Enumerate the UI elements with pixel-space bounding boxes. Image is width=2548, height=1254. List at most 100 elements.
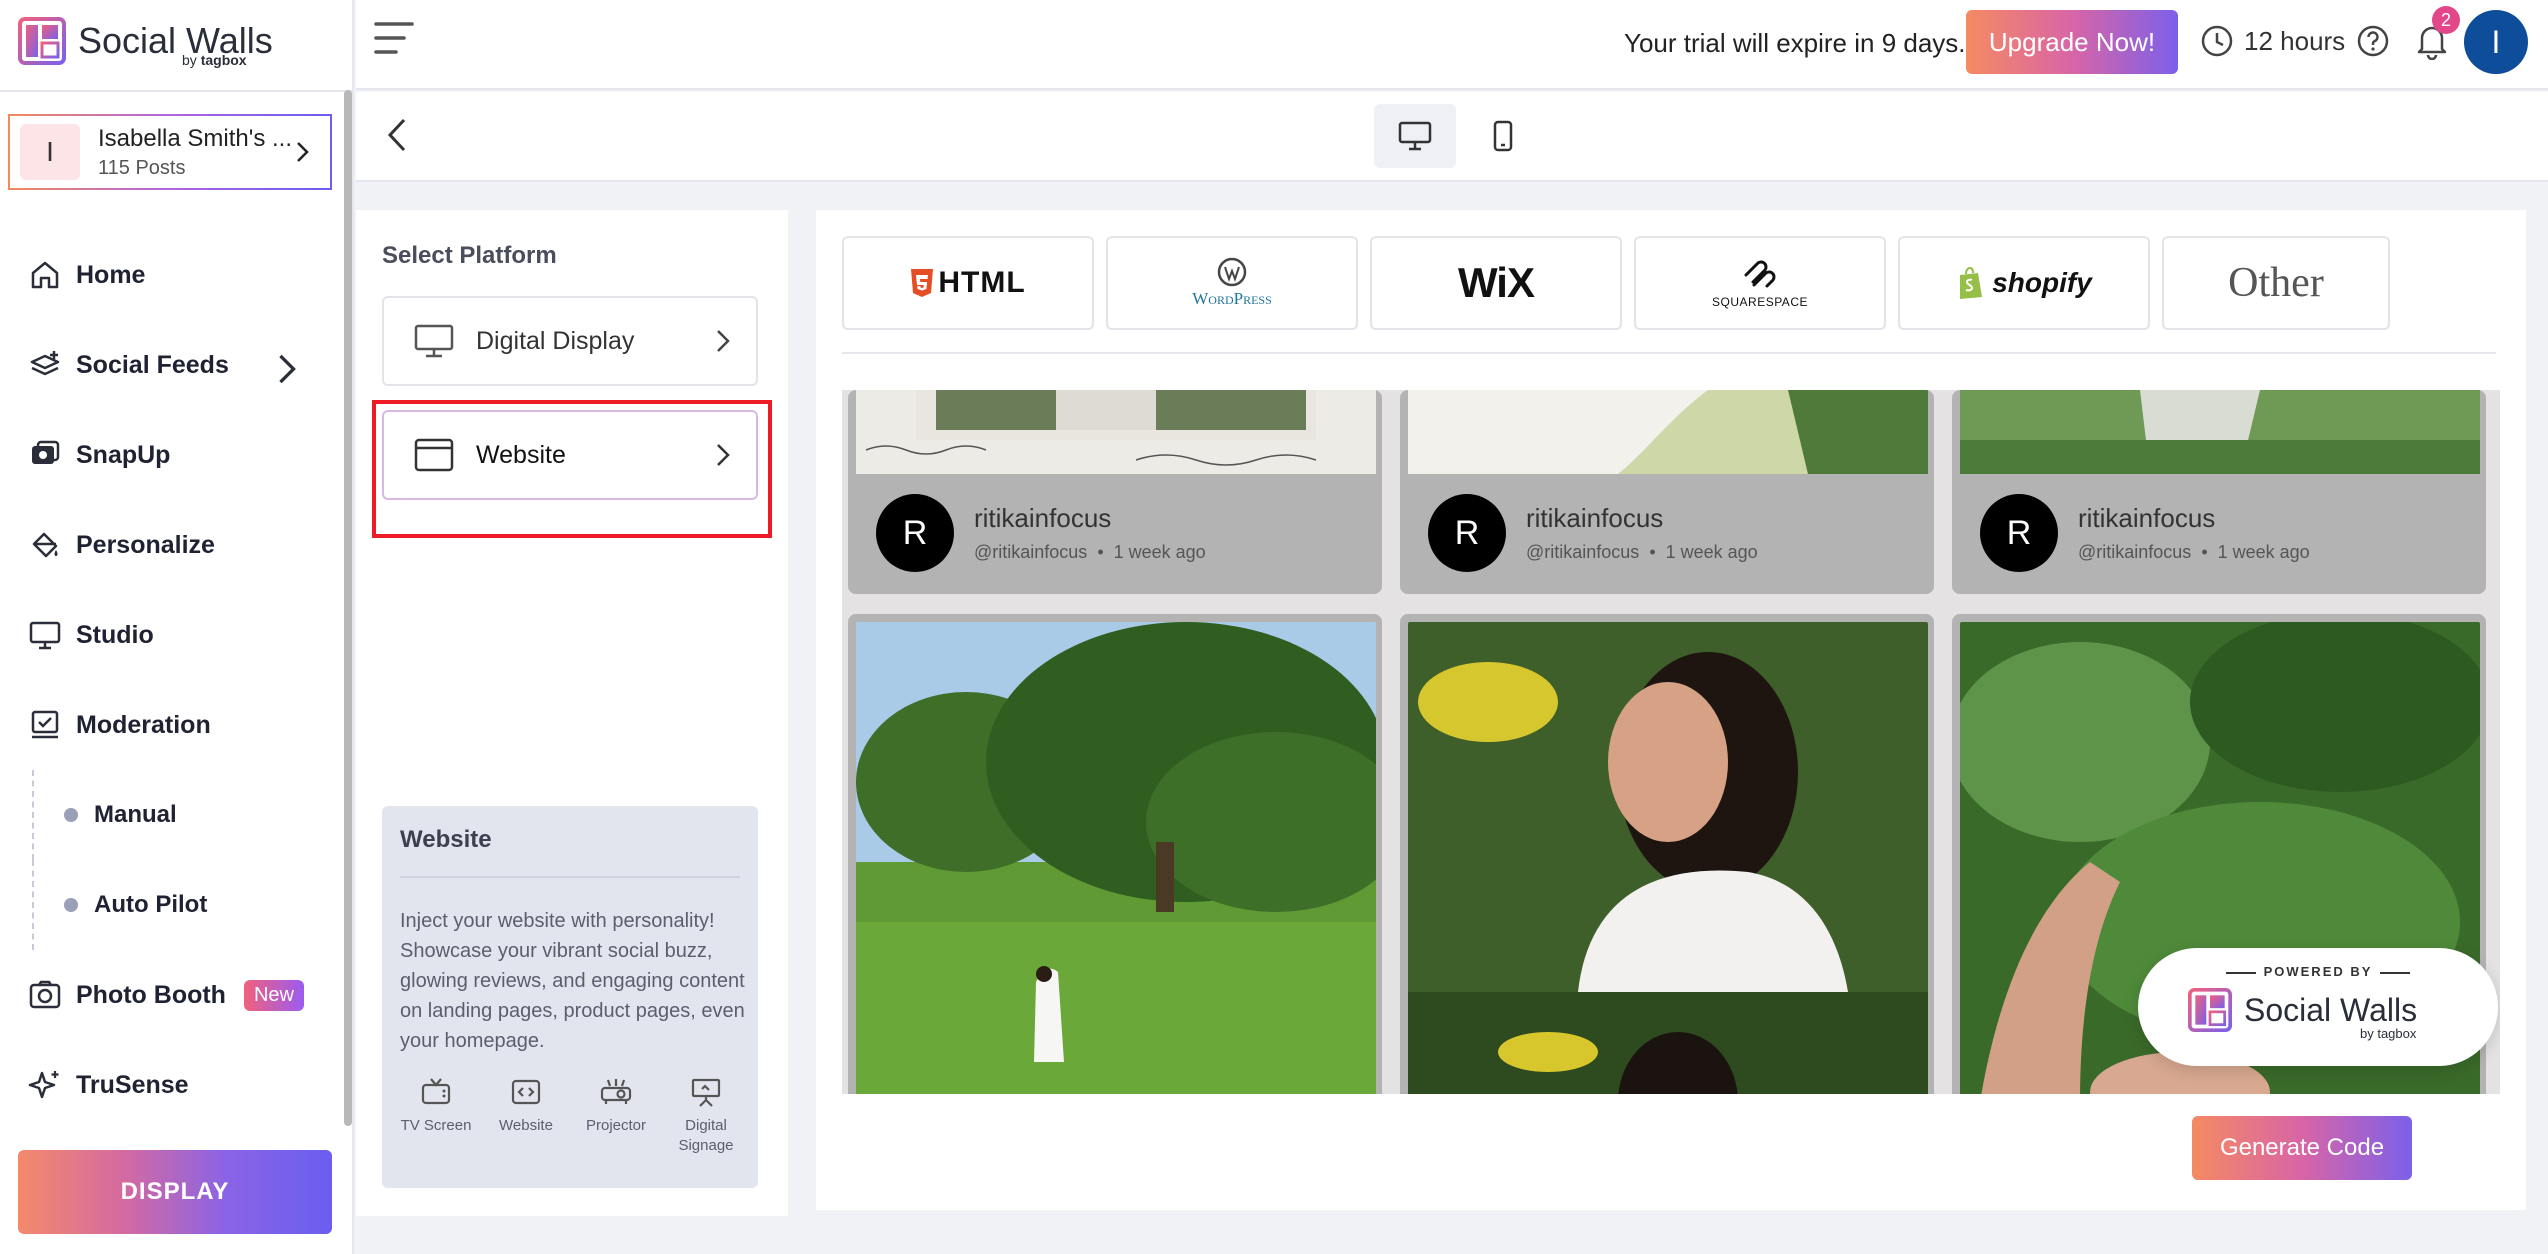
sidebar-item-moderation[interactable]: Moderation	[28, 680, 338, 770]
home-icon	[31, 261, 59, 289]
cms-option-shopify[interactable]: shopify	[1898, 236, 2150, 330]
platform-info-card: Website Inject your website with persona…	[382, 806, 758, 1188]
signage-icon	[691, 1078, 721, 1107]
sidebar-item-personalize[interactable]: Personalize	[28, 500, 338, 590]
help-icon[interactable]	[2356, 24, 2390, 58]
sidebar-divider	[0, 90, 352, 92]
info-card-divider	[400, 876, 740, 878]
post-card[interactable]: R ritikainfocus @ritikainfocus • 1 week …	[1952, 390, 2486, 594]
sidebar-item-social-feeds[interactable]: Social Feeds	[28, 320, 338, 410]
projector-icon	[600, 1079, 632, 1104]
account-name: Isabella Smith's ...	[98, 124, 292, 152]
shopify-bag-icon	[1960, 266, 1983, 299]
sidebar-item-label: TruSense	[76, 1070, 189, 1099]
info-card-title: Website	[400, 826, 492, 853]
wordpress-logo-icon	[1217, 257, 1247, 287]
powered-by-title: Social Walls	[2244, 991, 2418, 1028]
squarespace-label: SQUARESPACE	[1712, 295, 1808, 309]
platform-option-digital-display[interactable]: Digital Display	[382, 296, 758, 386]
use-case-tv-screen: TV Screen	[396, 1076, 476, 1156]
code-window-icon	[511, 1079, 541, 1105]
sidebar-item-manual[interactable]: Manual	[28, 770, 338, 860]
cms-option-wordpress[interactable]: WordPress	[1106, 236, 1358, 330]
paint-bucket-icon	[32, 532, 58, 558]
sidebar-item-snapup[interactable]: SnapUp	[28, 410, 338, 500]
account-switcher[interactable]: I Isabella Smith's ... 115 Posts	[8, 114, 332, 190]
sidebar-item-auto-pilot[interactable]: Auto Pilot	[28, 860, 338, 950]
sidebar-item-label: Personalize	[76, 530, 215, 559]
author-handle-time: @ritikainfocus • 1 week ago	[1526, 542, 1758, 562]
layers-plus-icon	[30, 351, 60, 376]
clock-icon	[2201, 25, 2233, 57]
cms-option-wix[interactable]: WiX	[1370, 236, 1622, 330]
use-case-icons: TV Screen Website Projector Digital Sign…	[396, 1076, 746, 1156]
sidebar-item-label: Auto Pilot	[94, 891, 208, 918]
other-label: Other	[2228, 260, 2324, 306]
trial-notice: Your trial will expire in 9 days.	[1624, 28, 1966, 58]
html5-logo-icon	[911, 269, 934, 297]
upgrade-button[interactable]: Upgrade Now!	[1966, 10, 2178, 74]
sparkle-icon	[28, 1071, 59, 1099]
cms-option-other[interactable]: Other	[2162, 236, 2390, 330]
sidebar-item-label: Studio	[76, 620, 154, 649]
desktop-icon	[1398, 121, 1432, 151]
sidebar-item-label: Photo Booth	[76, 980, 226, 1009]
sidebar-item-label: Home	[76, 260, 146, 289]
mobile-view-toggle[interactable]	[1462, 104, 1544, 168]
bullet-icon	[64, 898, 78, 912]
use-case-digital-signage: Digital Signage	[666, 1076, 746, 1156]
post-card[interactable]: R ritikainfocus @ritikainfocus • 1 week …	[848, 390, 1382, 594]
chevron-right-icon	[717, 330, 730, 352]
social-walls-logo-icon	[2188, 988, 2232, 1032]
post-card[interactable]: R ritikainfocus @ritikainfocus • 1 week …	[1400, 390, 1934, 594]
sidebar-nav: Home Social Feeds SnapUp Personalize Stu…	[28, 230, 338, 1130]
shopify-label: shopify	[1992, 267, 2092, 298]
powered-by-badge[interactable]: POWERED BY Social Walls by tagbox	[2138, 948, 2498, 1066]
time-remaining[interactable]: 12 hours	[2200, 24, 2345, 58]
cms-divider	[842, 352, 2496, 354]
platform-option-label: Digital Display	[476, 326, 635, 355]
post-author: R ritikainfocus @ritikainfocus • 1 week …	[1428, 494, 1758, 572]
select-platform-title: Select Platform	[382, 242, 557, 269]
sidebar-item-label: Moderation	[76, 710, 211, 739]
notification-count-badge: 2	[2432, 6, 2460, 34]
user-avatar[interactable]: I	[2464, 10, 2528, 74]
selection-highlight	[372, 400, 772, 538]
generate-code-button[interactable]: Generate Code	[2192, 1116, 2412, 1180]
wordpress-label: WordPress	[1192, 289, 1272, 308]
display-button[interactable]: DISPLAY	[18, 1150, 332, 1234]
mobile-icon	[1493, 120, 1513, 152]
camera-icon	[29, 980, 61, 1009]
back-arrow-icon[interactable]	[380, 114, 414, 156]
use-case-projector: Projector	[576, 1076, 656, 1156]
chevron-right-icon	[279, 354, 296, 384]
moderation-icon	[31, 710, 59, 739]
powered-by-label: POWERED BY	[2138, 964, 2498, 979]
sidebar-item-home[interactable]: Home	[28, 230, 338, 320]
post-image	[856, 390, 1376, 474]
sidebar-item-trusense[interactable]: TruSense	[28, 1040, 338, 1130]
cms-option-squarespace[interactable]: SQUARESPACE	[1634, 236, 1886, 330]
desktop-view-toggle[interactable]	[1374, 104, 1456, 168]
post-author: R ritikainfocus @ritikainfocus • 1 week …	[1980, 494, 2310, 572]
sidebar-item-photo-booth[interactable]: Photo Booth New	[28, 950, 338, 1040]
author-name: ritikainfocus	[974, 503, 1112, 533]
sidebar-item-label: Manual	[94, 801, 177, 828]
sidebar-item-label: SnapUp	[76, 440, 171, 469]
author-handle-time: @ritikainfocus • 1 week ago	[974, 542, 1206, 562]
post-image	[856, 622, 1376, 1094]
menu-toggle-icon[interactable]	[372, 18, 416, 58]
sidebar-scrollbar[interactable]	[344, 90, 352, 1126]
author-avatar: R	[1980, 494, 2058, 572]
editor-toolbar	[356, 92, 2548, 182]
sidebar-item-studio[interactable]: Studio	[28, 590, 338, 680]
cms-option-html[interactable]: HTML	[842, 236, 1094, 330]
cms-selector: HTML WordPress WiX SQUARESPACE shopify O…	[842, 236, 2402, 330]
wix-label: WiX	[1458, 259, 1535, 306]
platform-panel: Select Platform Digital Display Website …	[356, 210, 788, 1216]
post-author: R ritikainfocus @ritikainfocus • 1 week …	[876, 494, 1206, 572]
post-card[interactable]	[1400, 614, 1934, 1094]
post-card[interactable]	[848, 614, 1382, 1094]
monitor-icon	[29, 621, 61, 650]
sidebar: Social Walls by tagbox I Isabella Smith'…	[0, 0, 354, 1254]
